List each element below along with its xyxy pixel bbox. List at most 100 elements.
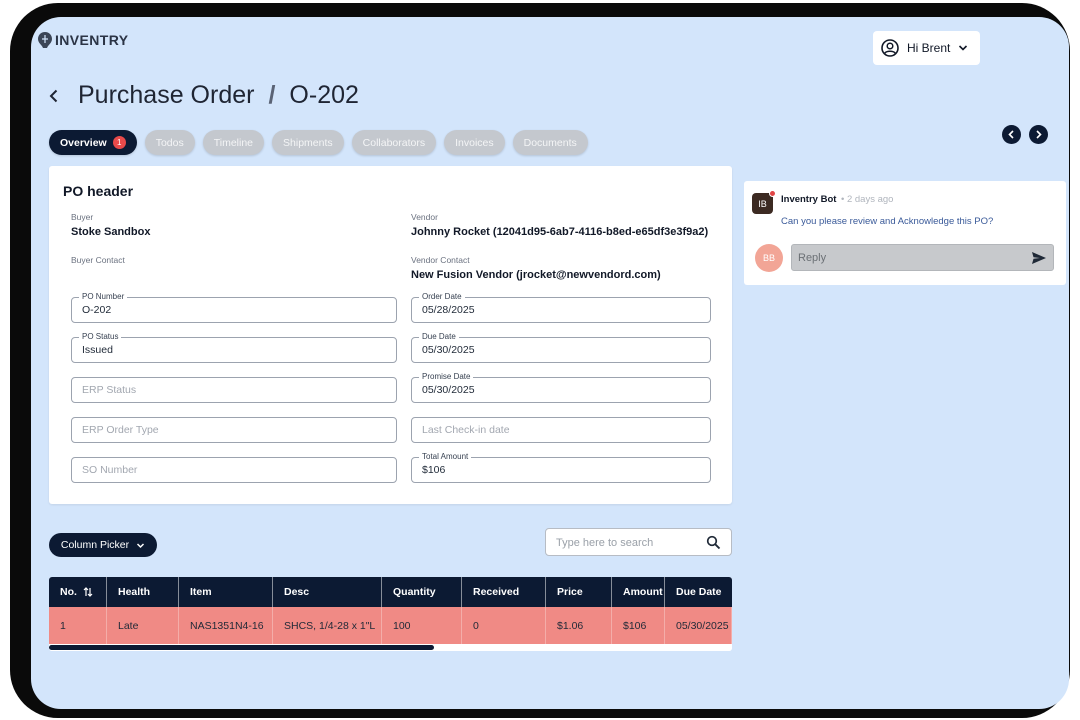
buyer-contact-info: Buyer Contact <box>71 255 125 265</box>
device-frame: INVENTRY Hi Brent Purchase Order / O-202… <box>10 3 1070 718</box>
tab-label: Timeline <box>213 136 254 149</box>
field-label: Promise Date <box>419 372 474 382</box>
tab-bar: Overview 1 Todos Timeline Shipments Coll… <box>49 130 588 155</box>
chevron-right-icon <box>1036 130 1042 139</box>
buyer-contact-label: Buyer Contact <box>71 255 125 265</box>
account-icon <box>881 39 899 57</box>
so-number-field[interactable]: SO Number <box>71 457 397 483</box>
tab-timeline[interactable]: Timeline <box>202 130 265 155</box>
tab-documents[interactable]: Documents <box>512 130 588 155</box>
column-header-item[interactable]: Item <box>179 577 273 607</box>
cell-received: 0 <box>462 607 546 644</box>
order-date-field[interactable]: Order Date 05/28/2025 <box>411 292 711 323</box>
chevron-down-icon <box>137 542 145 548</box>
app-logo[interactable]: INVENTRY <box>38 32 128 48</box>
chevron-left-icon <box>1008 130 1014 139</box>
record-navigation <box>1002 125 1048 144</box>
column-header-received[interactable]: Received <box>462 577 546 607</box>
po-number-field[interactable]: PO Number O-202 <box>71 292 397 323</box>
po-header-card: PO header Buyer Stoke Sandbox Vendor Joh… <box>49 166 732 504</box>
cell-amount: $106 <box>612 607 665 644</box>
tab-label: Invoices <box>455 136 494 149</box>
cell-no: 1 <box>49 607 107 644</box>
due-date-field[interactable]: Due Date 05/30/2025 <box>411 332 711 363</box>
vendor-contact-value: New Fusion Vendor (jrocket@newvendord.co… <box>411 269 661 281</box>
field-value: 05/28/2025 <box>422 304 475 316</box>
reply-input[interactable]: Reply <box>791 244 1054 271</box>
sort-icon[interactable] <box>83 587 93 597</box>
field-label: Total Amount <box>419 452 472 462</box>
bot-name: Inventry Bot <box>781 194 837 205</box>
column-header-price[interactable]: Price <box>546 577 612 607</box>
erp-status-field[interactable]: ERP Status <box>71 377 397 403</box>
total-amount-field[interactable]: Total Amount $106 <box>411 452 711 483</box>
chevron-down-icon <box>959 45 968 51</box>
promise-date-field[interactable]: Promise Date 05/30/2025 <box>411 372 711 403</box>
reply-placeholder: Reply <box>798 252 827 264</box>
title-separator: / <box>268 81 276 109</box>
previous-record-button[interactable] <box>1002 125 1021 144</box>
next-record-button[interactable] <box>1029 125 1048 144</box>
vendor-info: Vendor Johnny Rocket (12041d95-6ab7-4116… <box>411 212 708 238</box>
field-label: PO Status <box>79 332 122 342</box>
user-greeting: Hi Brent <box>907 41 951 55</box>
page-title: Purchase Order / O-202 <box>78 81 359 110</box>
column-picker-label: Column Picker <box>60 539 130 551</box>
search-placeholder: Type here to search <box>556 537 654 549</box>
tab-label: Overview <box>60 136 107 149</box>
vendor-label: Vendor <box>411 212 438 222</box>
tab-overview[interactable]: Overview 1 <box>49 130 137 155</box>
buyer-value: Stoke Sandbox <box>71 226 151 238</box>
title-record: O-202 <box>289 81 359 109</box>
field-value: 05/30/2025 <box>422 384 475 396</box>
cell-due-date: 05/30/2025 <box>665 607 732 644</box>
bot-message: Can you please review and Acknowledge th… <box>781 216 994 227</box>
column-header-amount[interactable]: Amount <box>612 577 665 607</box>
field-placeholder: Last Check-in date <box>422 424 510 436</box>
line-items-table: No. Health Item Desc Quantity Received P… <box>49 577 732 651</box>
field-value: 05/30/2025 <box>422 344 475 356</box>
column-picker-button[interactable]: Column Picker <box>49 533 157 557</box>
tab-label: Documents <box>523 136 577 149</box>
field-placeholder: ERP Status <box>82 384 137 396</box>
tab-collaborators[interactable]: Collaborators <box>351 130 437 155</box>
field-value: $106 <box>422 464 446 476</box>
vendor-contact-info: Vendor Contact New Fusion Vendor (jrocke… <box>411 255 661 281</box>
message-timestamp: • 2 days ago <box>841 194 894 205</box>
horizontal-scrollbar[interactable] <box>49 644 732 651</box>
chat-panel: IB Inventry Bot • 2 days ago Can you ple… <box>744 181 1066 285</box>
buyer-info: Buyer Stoke Sandbox <box>71 212 150 238</box>
field-placeholder: SO Number <box>82 464 138 476</box>
back-arrow-icon[interactable] <box>45 87 63 105</box>
po-status-field[interactable]: PO Status Issued <box>71 332 397 363</box>
field-label: PO Number <box>79 292 128 302</box>
last-checkin-date-field[interactable]: Last Check-in date <box>411 417 711 443</box>
vendor-value: Johnny Rocket (12041d95-6ab7-4116-b8ed-e… <box>411 226 709 238</box>
column-header-health[interactable]: Health <box>107 577 179 607</box>
logo-icon <box>38 32 52 48</box>
column-header-no[interactable]: No. <box>49 577 107 607</box>
notification-badge: 1 <box>112 136 126 149</box>
card-title: PO header <box>63 183 134 199</box>
scrollbar-thumb[interactable] <box>49 645 434 650</box>
cell-desc: SHCS, 1/4-28 x 1"L <box>273 607 382 644</box>
app-name: INVENTRY <box>55 32 129 48</box>
buyer-label: Buyer <box>71 212 94 222</box>
cell-health: Late <box>107 607 179 644</box>
search-icon[interactable] <box>706 535 721 550</box>
field-value: O-202 <box>82 304 112 316</box>
title-section: Purchase Order <box>78 81 255 109</box>
search-input[interactable]: Type here to search <box>545 528 732 556</box>
table-row[interactable]: 1 Late NAS1351N4-16 SHCS, 1/4-28 x 1"L 1… <box>49 607 732 644</box>
tab-shipments[interactable]: Shipments <box>272 130 344 155</box>
tab-todos[interactable]: Todos <box>144 130 195 155</box>
user-menu-button[interactable]: Hi Brent <box>873 31 980 65</box>
column-header-due-date[interactable]: Due Date <box>665 577 732 607</box>
column-header-quantity[interactable]: Quantity <box>382 577 462 607</box>
erp-order-type-field[interactable]: ERP Order Type <box>71 417 397 443</box>
column-header-desc[interactable]: Desc <box>273 577 382 607</box>
tab-invoices[interactable]: Invoices <box>444 130 505 155</box>
online-status-dot <box>769 190 776 197</box>
send-icon[interactable] <box>1031 251 1047 265</box>
cell-quantity: 100 <box>382 607 462 644</box>
